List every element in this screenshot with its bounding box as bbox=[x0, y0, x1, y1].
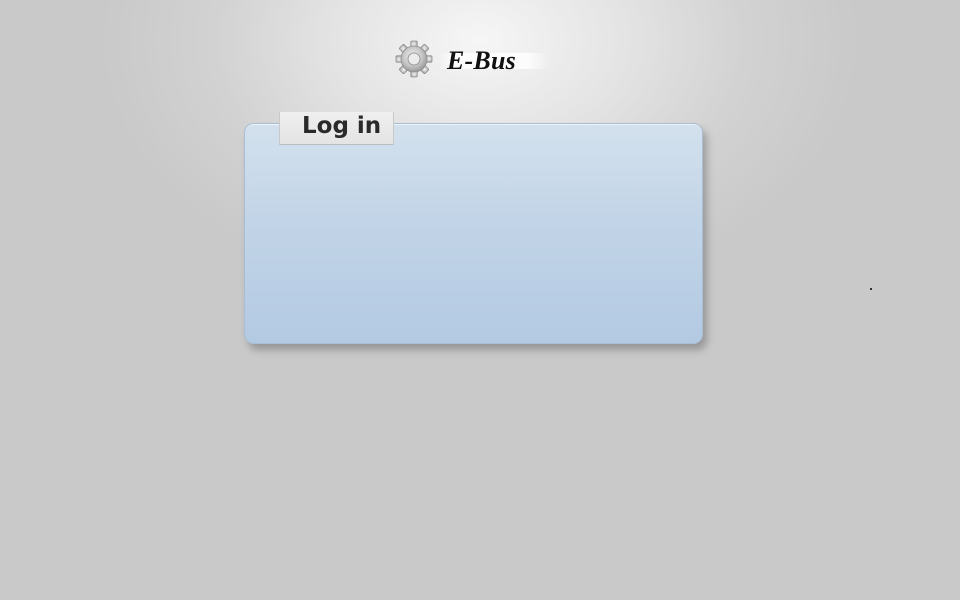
login-tab: Log in bbox=[279, 112, 394, 145]
brand-header: E-Bus bbox=[395, 38, 555, 80]
gear-icon bbox=[395, 40, 433, 78]
login-panel bbox=[244, 123, 703, 344]
background-speck bbox=[870, 288, 872, 290]
app-title: E-Bus bbox=[447, 46, 516, 75]
login-title: Log in bbox=[302, 113, 382, 139]
